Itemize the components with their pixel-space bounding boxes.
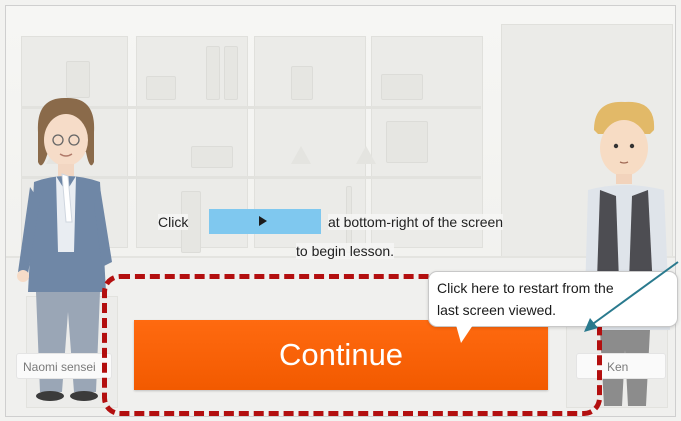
pointer-arrow-icon: [584, 261, 679, 332]
rack-icon: [381, 74, 423, 100]
binder-icon: [206, 46, 220, 100]
rack-icon: [191, 146, 233, 168]
bottle-icon: [291, 66, 313, 100]
instruction-click-label: Click: [158, 214, 189, 230]
continue-button[interactable]: Continue: [134, 320, 548, 390]
binder-icon: [224, 46, 238, 100]
tooltip-tail: [456, 325, 473, 343]
play-icon: [259, 216, 267, 226]
lesson-screen: Click at bottom-right of the screen to b…: [0, 0, 681, 421]
instruction-line2: to begin lesson.: [296, 243, 395, 259]
instruction-location-text: at bottom-right of the screen: [328, 214, 504, 230]
flask-icon: [356, 146, 376, 164]
flask-icon: [291, 146, 311, 164]
box-icon: [146, 76, 176, 100]
naomi-name-tag: Naomi sensei: [16, 353, 112, 379]
bottle-icon: [386, 121, 428, 163]
